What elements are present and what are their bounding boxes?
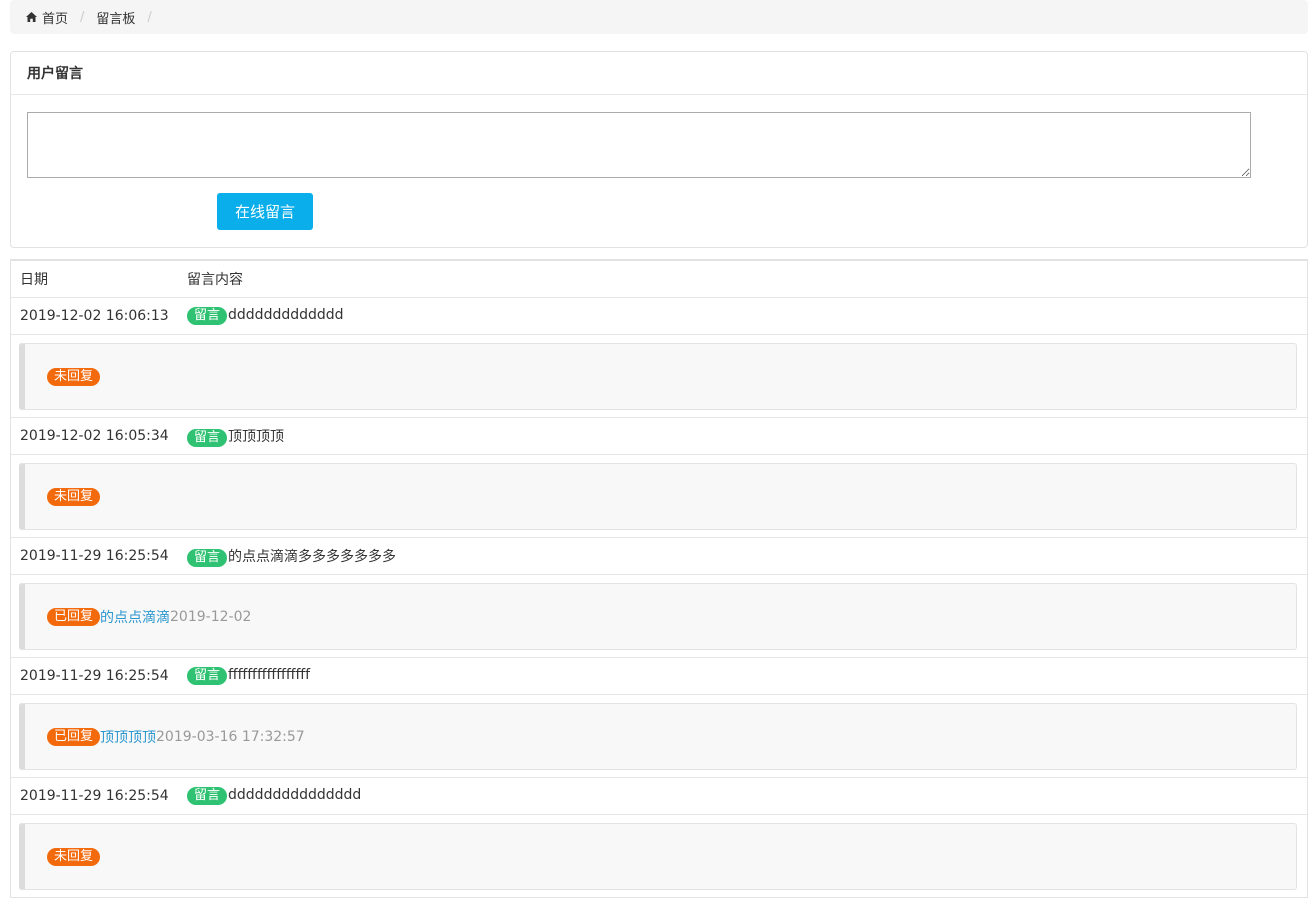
message-badge: 留言	[187, 548, 228, 567]
reply-status-badge: 未回复	[47, 847, 101, 866]
reply-text[interactable]: 顶顶顶顶	[100, 727, 156, 747]
message-text: ddddddddddddd	[228, 307, 344, 323]
message-form-panel: 用户留言 在线留言	[10, 51, 1308, 248]
panel-title: 用户留言	[11, 52, 1307, 95]
reply-box: 未回复	[19, 823, 1297, 890]
message-date: 2019-12-02 16:06:13	[20, 308, 169, 324]
breadcrumb-current: 留言板	[96, 11, 136, 27]
message-badge: 留言	[187, 787, 228, 805]
reply-status-badge: 已回复	[47, 607, 101, 626]
reply-status-badge: 未回复	[47, 487, 101, 506]
table-row: 2019-12-02 16:06:13 留言 ddddddddddddd	[11, 298, 1307, 335]
message-text: 的点点滴滴多多多多多多多	[228, 548, 397, 565]
table-row: 2019-11-29 16:25:54 留言 ddddddddddddddd	[11, 778, 1307, 815]
message-badge: 留言	[187, 667, 228, 685]
breadcrumb-home[interactable]: 首页	[26, 8, 68, 27]
header-date: 日期	[20, 272, 48, 288]
messages-table: 日期 留言内容 2019-12-02 16:06:13 留言 dddddddddd…	[10, 259, 1308, 898]
message-date: 2019-12-02 16:05:34	[20, 428, 169, 444]
breadcrumb: 首页 / 留言板 /	[10, 0, 1308, 34]
reply-box: 未回复	[19, 463, 1297, 530]
reply-status-badge: 未回复	[47, 367, 101, 386]
message-content-cell: 留言 ddddddddddddddd	[187, 787, 1307, 805]
breadcrumb-separator: /	[147, 9, 152, 25]
reply-text[interactable]: 的点点滴滴	[100, 607, 170, 627]
reply-time: 2019-12-02	[170, 608, 252, 625]
message-date: 2019-11-29 16:25:54	[20, 788, 169, 804]
reply-box: 已回复 顶顶顶顶 2019-03-16 17:32:57	[19, 703, 1297, 770]
message-text: fffffffffffffffff	[228, 667, 311, 683]
reply-row: 未回复	[11, 455, 1307, 538]
message-content-cell: 留言 顶顶顶顶	[187, 426, 1307, 447]
reply-box: 未回复	[19, 343, 1297, 410]
table-row: 2019-12-02 16:05:34 留言 顶顶顶顶	[11, 418, 1307, 455]
message-date: 2019-11-29 16:25:54	[20, 548, 169, 564]
message-textarea[interactable]	[27, 112, 1251, 178]
table-header: 日期 留言内容	[11, 261, 1307, 298]
message-content-cell: 留言 的点点滴滴多多多多多多多	[187, 546, 1307, 567]
message-badge: 留言	[187, 428, 228, 447]
breadcrumb-separator: /	[80, 9, 85, 25]
message-content-cell: 留言 ddddddddddddd	[187, 307, 1307, 325]
message-text: 顶顶顶顶	[228, 428, 285, 445]
message-date: 2019-11-29 16:25:54	[20, 668, 169, 684]
breadcrumb-home-label[interactable]: 首页	[42, 8, 68, 27]
reply-row: 已回复 顶顶顶顶 2019-03-16 17:32:57	[11, 695, 1307, 778]
message-content-cell: 留言 fffffffffffffffff	[187, 667, 1307, 685]
table-row: 2019-11-29 16:25:54 留言 的点点滴滴多多多多多多多	[11, 538, 1307, 575]
home-icon	[26, 12, 37, 22]
reply-row: 未回复	[11, 335, 1307, 418]
reply-status-badge: 已回复	[47, 727, 101, 746]
reply-row: 已回复 的点点滴滴 2019-12-02	[11, 575, 1307, 658]
table-row: 2019-11-29 16:25:54 留言 fffffffffffffffff	[11, 658, 1307, 695]
message-text: ddddddddddddddd	[228, 787, 362, 803]
message-badge: 留言	[187, 307, 228, 325]
reply-time: 2019-03-16 17:32:57	[156, 728, 305, 745]
reply-row: 未回复	[11, 815, 1307, 897]
header-content: 留言内容	[187, 272, 243, 288]
submit-message-button[interactable]: 在线留言	[217, 193, 313, 230]
reply-box: 已回复 的点点滴滴 2019-12-02	[19, 583, 1297, 650]
